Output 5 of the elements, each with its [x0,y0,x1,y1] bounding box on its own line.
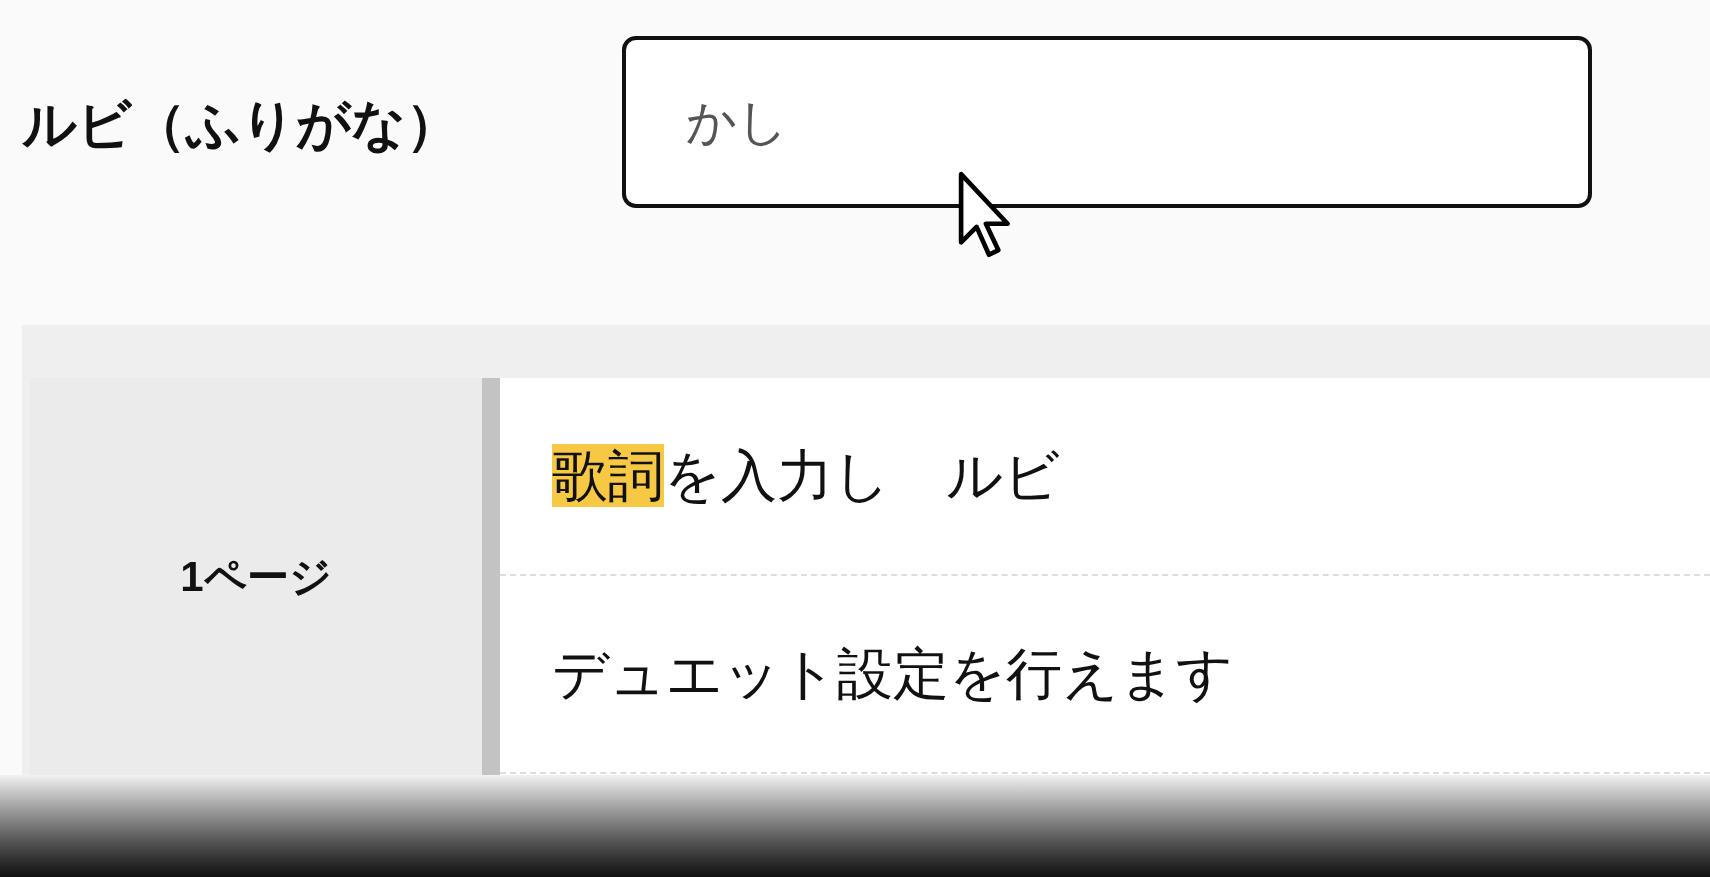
field-label: ルビ（ふりがな） [22,93,461,156]
page-label: 1ページ [180,552,332,602]
lyric-line: デュエット設定を行えます [552,641,1233,707]
ruby-input-field[interactable]: かし [622,36,1592,208]
lyric-line: 歌詞を入力し ルビ [552,443,1060,509]
